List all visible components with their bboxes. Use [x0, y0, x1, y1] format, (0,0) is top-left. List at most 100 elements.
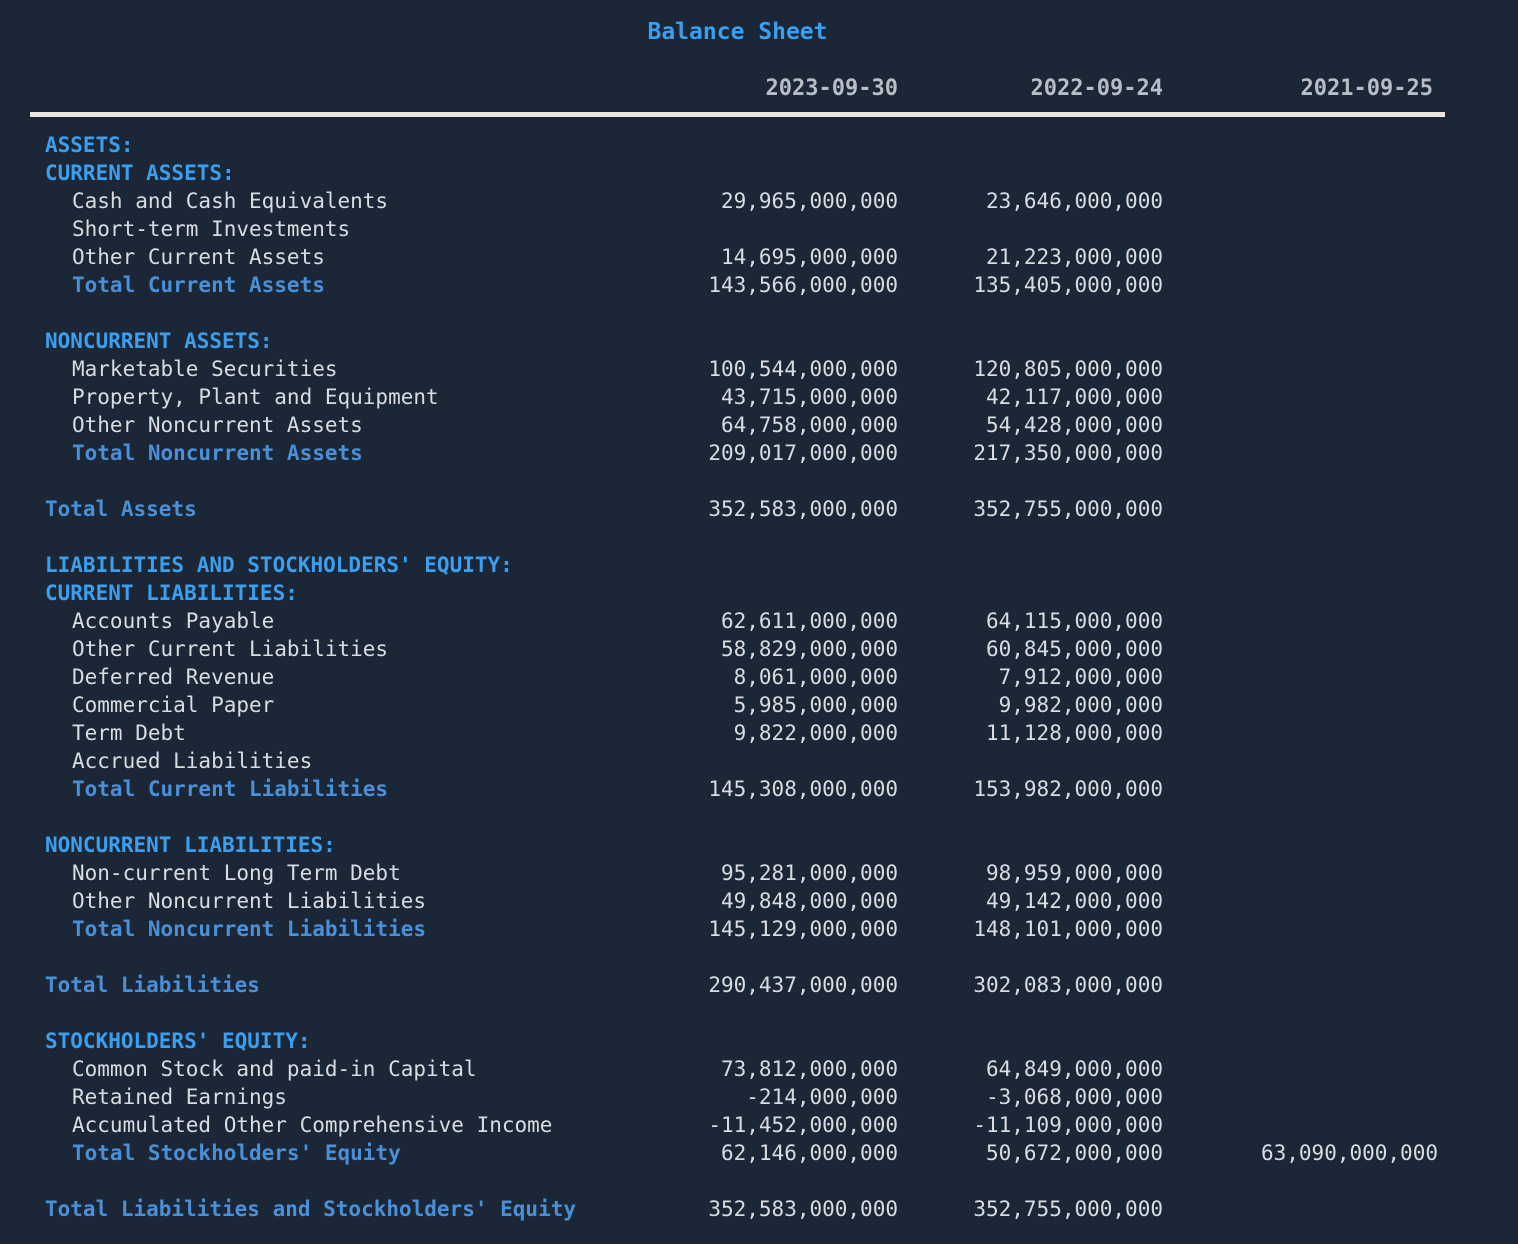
row-value-col-2: 135,405,000,000	[973, 273, 1163, 297]
column-header-row: 2023-09-30 2022-09-24 2021-09-25	[30, 75, 1445, 105]
row-value-col-2: 352,755,000,000	[973, 1197, 1163, 1221]
row-label: CURRENT ASSETS:	[45, 161, 235, 185]
row-value-col-2: 352,755,000,000	[973, 497, 1163, 521]
row-spacer	[0, 467, 1518, 495]
statement-row: CURRENT LIABILITIES:	[0, 579, 1518, 607]
statement-row: Accumulated Other Comprehensive Income -1…	[0, 1111, 1518, 1139]
row-label: Total Stockholders' Equity	[72, 1141, 401, 1165]
row-value-col-1: 29,965,000,000	[720, 189, 898, 213]
balance-sheet-report: Balance Sheet 2023-09-30 2022-09-24 2021…	[0, 0, 1518, 1244]
row-value-col-2: 64,849,000,000	[985, 1057, 1163, 1081]
row-label: Deferred Revenue	[72, 665, 275, 689]
statement-row: ASSETS:	[0, 131, 1518, 159]
row-spacer	[0, 999, 1518, 1027]
statement-row: Other Current Assets 14,695,000,000 21,223…	[0, 243, 1518, 271]
row-label: Accrued Liabilities	[72, 749, 313, 773]
row-value-col-3: 63,090,000,000	[1260, 1141, 1438, 1165]
row-value-col-2: 49,142,000,000	[985, 889, 1163, 913]
statement-row: Total Current Assets 143,566,000,000 135,4…	[0, 271, 1518, 299]
statement-row: Other Noncurrent Liabilities 49,848,000,0…	[0, 887, 1518, 915]
row-value-col-2: -11,109,000,000	[973, 1113, 1163, 1137]
row-value-col-1: 290,437,000,000	[708, 973, 898, 997]
row-value-col-1: 62,611,000,000	[720, 609, 898, 633]
row-label: Accumulated Other Comprehensive Income	[72, 1113, 553, 1137]
row-label: Total Assets	[45, 497, 197, 521]
row-value-col-2: -3,068,000,000	[985, 1085, 1163, 1109]
row-value-col-2: 64,115,000,000	[985, 609, 1163, 633]
row-label: Total Noncurrent Liabilities	[72, 917, 427, 941]
row-value-col-1: 62,146,000,000	[720, 1141, 898, 1165]
statement-row: Common Stock and paid-in Capital 73,812,0…	[0, 1055, 1518, 1083]
column-header-date-2: 2022-09-24	[1030, 76, 1163, 101]
row-label: Other Current Liabilities	[72, 637, 389, 661]
row-value-col-2: 42,117,000,000	[985, 385, 1163, 409]
statement-row: CURRENT ASSETS:	[0, 159, 1518, 187]
row-value-col-1: 143,566,000,000	[708, 273, 898, 297]
row-value-col-1: 58,829,000,000	[720, 637, 898, 661]
page-title: Balance Sheet	[647, 19, 828, 45]
row-label: LIABILITIES AND STOCKHOLDERS' EQUITY:	[45, 553, 513, 577]
row-label: STOCKHOLDERS' EQUITY:	[45, 1029, 311, 1053]
statement-row: Retained Earnings -214,000,000 -3,068,000,…	[0, 1083, 1518, 1111]
statement-row: LIABILITIES AND STOCKHOLDERS' EQUITY:	[0, 551, 1518, 579]
row-value-col-1: 352,583,000,000	[708, 497, 898, 521]
statement-row: Other Current Liabilities 58,829,000,000 6…	[0, 635, 1518, 663]
row-value-col-1: 43,715,000,000	[720, 385, 898, 409]
statement-row: Cash and Cash Equivalents 29,965,000,000 2…	[0, 187, 1518, 215]
statement-row: Accounts Payable 62,611,000,000 64,115,000…	[0, 607, 1518, 635]
statement-row: Total Liabilities and Stockholders' Equi…	[0, 1195, 1518, 1223]
row-value-col-2: 7,912,000,000	[998, 665, 1163, 689]
statement-row: Other Noncurrent Assets 64,758,000,000 54,…	[0, 411, 1518, 439]
row-value-col-2: 148,101,000,000	[973, 917, 1163, 941]
row-value-col-1: 73,812,000,000	[720, 1057, 898, 1081]
row-label: Total Current Assets	[72, 273, 325, 297]
statement-row: Accrued Liabilities	[0, 747, 1518, 775]
statement-row: NONCURRENT ASSETS:	[0, 327, 1518, 355]
row-spacer	[0, 803, 1518, 831]
row-label: Total Noncurrent Assets	[72, 441, 363, 465]
row-value-col-1: 95,281,000,000	[720, 861, 898, 885]
statement-row: Non-current Long Term Debt 95,281,000,000…	[0, 859, 1518, 887]
row-value-col-1: 352,583,000,000	[708, 1197, 898, 1221]
row-value-col-2: 302,083,000,000	[973, 973, 1163, 997]
row-value-col-2: 153,982,000,000	[973, 777, 1163, 801]
statement-row: Total Liabilities 290,437,000,000 302,083,…	[0, 971, 1518, 999]
row-spacer	[0, 523, 1518, 551]
row-spacer	[0, 1167, 1518, 1195]
statement-row: NONCURRENT LIABILITIES:	[0, 831, 1518, 859]
row-label: Retained Earnings	[72, 1085, 287, 1109]
header-divider	[30, 112, 1445, 117]
row-value-col-1: 209,017,000,000	[708, 441, 898, 465]
row-label: Marketable Securities	[72, 357, 338, 381]
statement-row: Total Noncurrent Assets 209,017,000,000 21…	[0, 439, 1518, 467]
row-value-col-2: 98,959,000,000	[985, 861, 1163, 885]
row-label: Accounts Payable	[72, 609, 275, 633]
statement-row: Marketable Securities 100,544,000,000 120,…	[0, 355, 1518, 383]
row-value-col-1: 5,985,000,000	[733, 693, 898, 717]
row-label: Commercial Paper	[72, 693, 275, 717]
row-label: Property, Plant and Equipment	[72, 385, 439, 409]
row-label: Total Current Liabilities	[72, 777, 389, 801]
row-value-col-2: 21,223,000,000	[985, 245, 1163, 269]
statement-row: Total Noncurrent Liabilities 145,129,000,…	[0, 915, 1518, 943]
row-value-col-2: 9,982,000,000	[998, 693, 1163, 717]
statement-row: STOCKHOLDERS' EQUITY:	[0, 1027, 1518, 1055]
row-value-col-2: 217,350,000,000	[973, 441, 1163, 465]
row-label: Other Current Assets	[72, 245, 325, 269]
row-label: Non-current Long Term Debt	[72, 861, 401, 885]
column-header-date-1: 2023-09-30	[765, 76, 898, 101]
row-value-col-1: 145,308,000,000	[708, 777, 898, 801]
row-label: ASSETS:	[45, 133, 134, 157]
row-value-col-1: 14,695,000,000	[720, 245, 898, 269]
statement-row: Property, Plant and Equipment 43,715,000,…	[0, 383, 1518, 411]
row-value-col-2: 11,128,000,000	[985, 721, 1163, 745]
row-value-col-2: 54,428,000,000	[985, 413, 1163, 437]
column-header-date-3: 2021-09-25	[1300, 76, 1433, 101]
row-label: Total Liabilities	[45, 973, 260, 997]
row-value-col-1: 145,129,000,000	[708, 917, 898, 941]
statement-row: Term Debt 9,822,000,000 11,128,000,000	[0, 719, 1518, 747]
statement-row: Deferred Revenue 8,061,000,000 7,912,000,0…	[0, 663, 1518, 691]
row-value-col-1: -11,452,000,000	[708, 1113, 898, 1137]
row-label: Other Noncurrent Liabilities	[72, 889, 427, 913]
row-value-col-1: 49,848,000,000	[720, 889, 898, 913]
